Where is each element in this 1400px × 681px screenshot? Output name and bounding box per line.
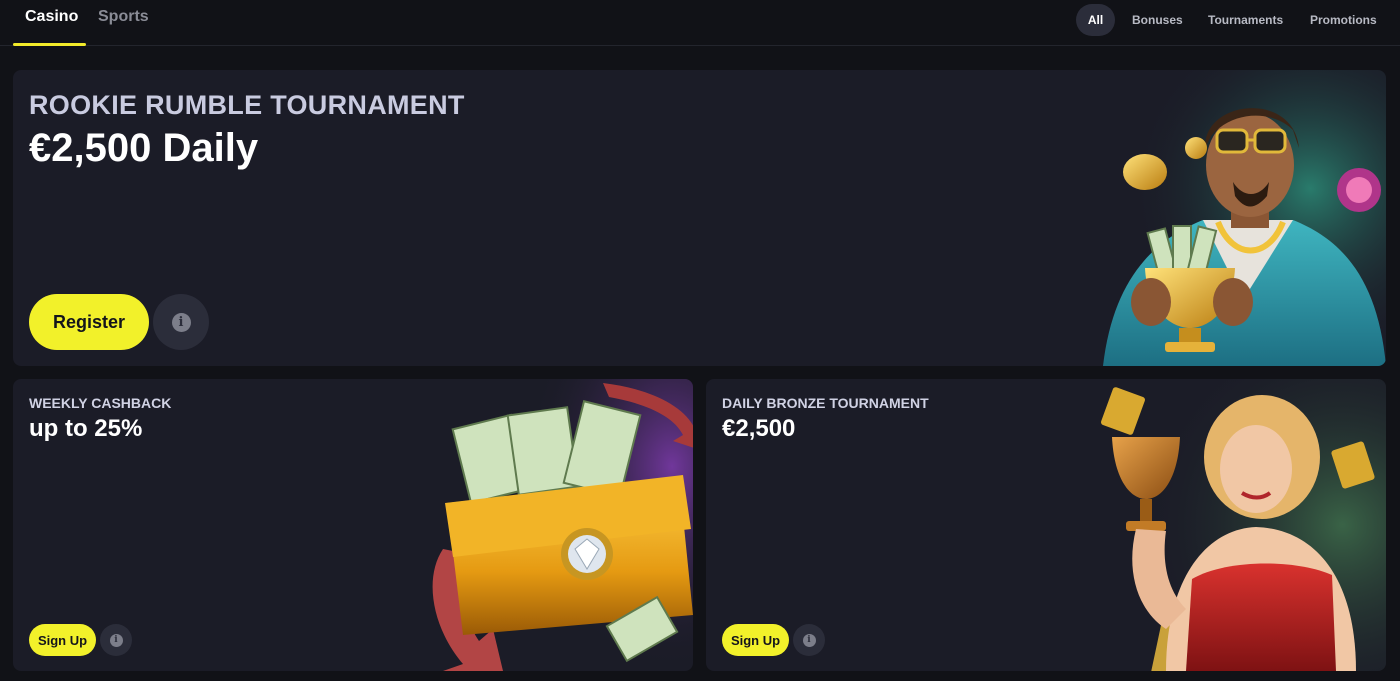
- promo-card-daily-bronze-tournament[interactable]: DAILY BRONZE TOURNAMENT €2,500 Sign Up i: [706, 379, 1386, 671]
- golden-wallet-with-cash-illustration: [432, 379, 693, 671]
- filter-tournaments[interactable]: Tournaments: [1194, 4, 1297, 36]
- info-button[interactable]: i: [153, 294, 209, 350]
- promo-card-weekly-cashback[interactable]: WEEKLY CASHBACK up to 25% Sign Up i: [13, 379, 693, 671]
- sign-up-button[interactable]: Sign Up: [29, 624, 96, 656]
- promo-headline: up to 25%: [29, 415, 143, 442]
- top-navigation: Casino Sports All Bonuses Tournaments Pr…: [0, 0, 1400, 46]
- woman-holding-trophy-illustration: [1096, 379, 1386, 671]
- promo-headline: €2,500: [722, 415, 796, 442]
- sign-up-button[interactable]: Sign Up: [722, 624, 789, 656]
- register-button[interactable]: Register: [29, 294, 149, 350]
- casino-man-with-trophy-illustration: [1083, 70, 1386, 366]
- promo-headline: €2,500 Daily: [29, 126, 259, 170]
- info-icon: i: [171, 312, 191, 332]
- promo-kicker: DAILY BRONZE TOURNAMENT: [722, 395, 929, 411]
- tab-casino[interactable]: Casino: [25, 8, 78, 26]
- filter-all[interactable]: All: [1076, 4, 1115, 36]
- tab-sports[interactable]: Sports: [98, 8, 149, 26]
- promo-kicker: WEEKLY CASHBACK: [29, 395, 172, 411]
- promo-card-rookie-rumble[interactable]: ROOKIE RUMBLE TOURNAMENT €2,500 Daily Re…: [13, 70, 1386, 366]
- info-button[interactable]: i: [100, 624, 132, 656]
- filter-promotions[interactable]: Promotions: [1296, 4, 1391, 36]
- active-tab-indicator: [13, 43, 86, 46]
- info-button[interactable]: i: [793, 624, 825, 656]
- filter-bonuses[interactable]: Bonuses: [1118, 4, 1197, 36]
- info-icon: i: [802, 633, 816, 647]
- info-icon: i: [109, 633, 123, 647]
- promo-kicker: ROOKIE RUMBLE TOURNAMENT: [29, 90, 465, 120]
